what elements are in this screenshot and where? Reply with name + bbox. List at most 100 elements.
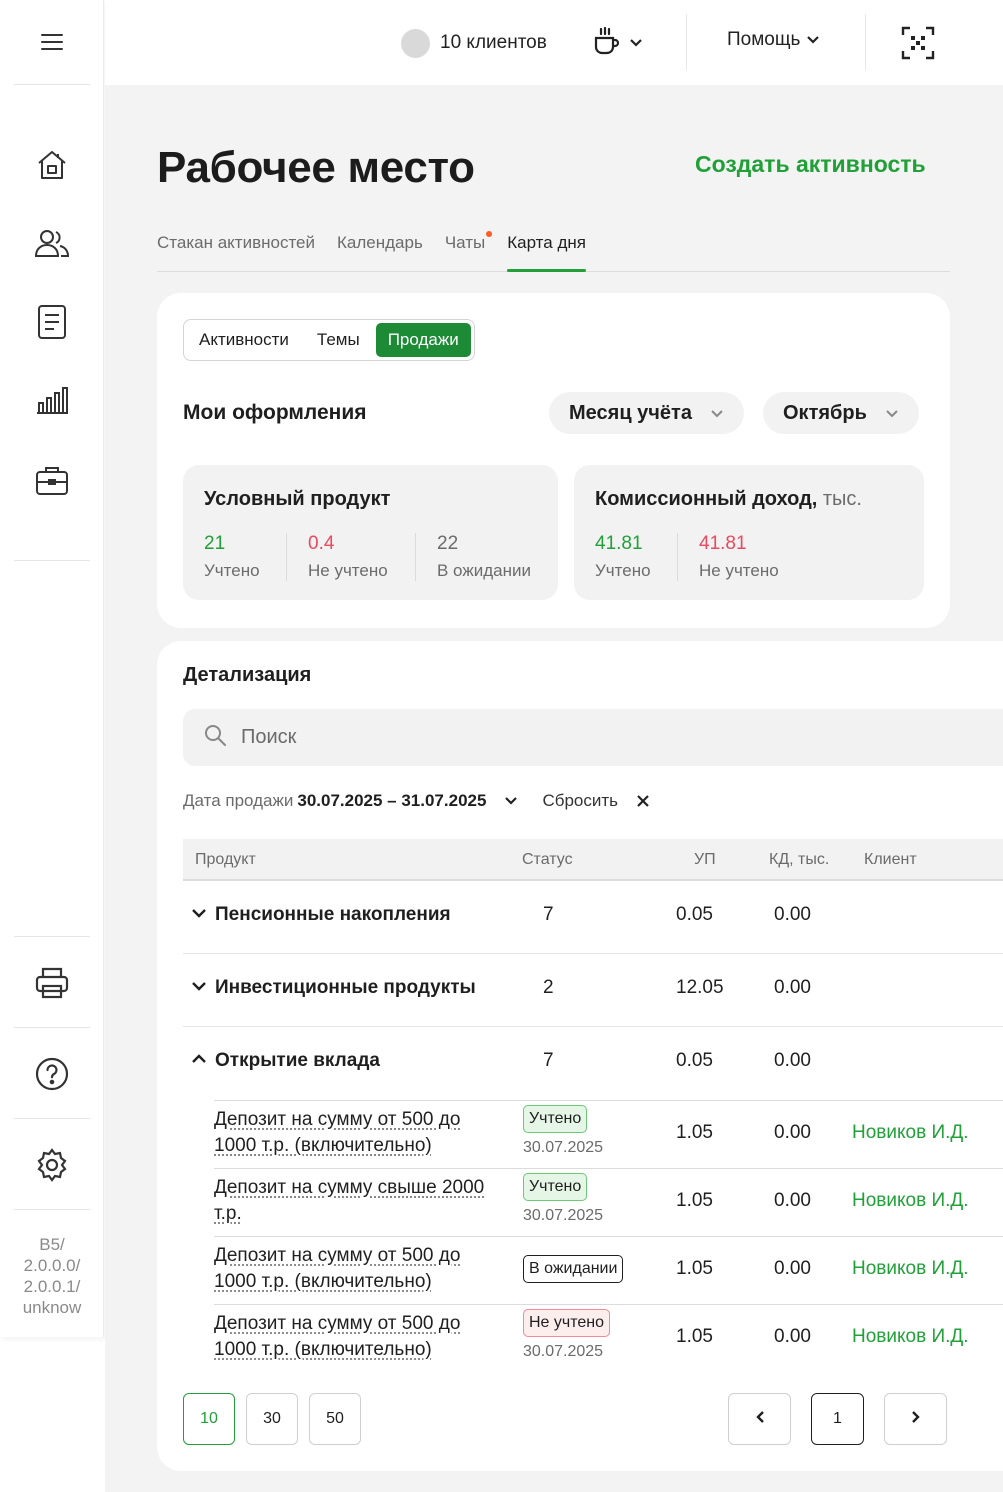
briefcase-icon[interactable]	[30, 458, 74, 502]
stat-value: 41.81	[699, 533, 747, 554]
chart-icon[interactable]	[30, 378, 74, 422]
search-bar	[183, 709, 1003, 766]
table-header: Продукт Статус УП КД, тыс. Клиент	[183, 839, 1003, 881]
group-name: Инвестиционные продукты	[215, 977, 476, 998]
row-kd: 0.00	[774, 1122, 811, 1143]
close-icon[interactable]	[636, 794, 650, 808]
sidebar: B5/ 2.0.0.0/ 2.0.0.1/ unknow	[0, 0, 104, 1337]
status-badge: В ожидании	[523, 1255, 624, 1283]
search-icon	[203, 723, 227, 752]
tab-day-map[interactable]: Карта дня	[507, 225, 586, 272]
client-link[interactable]: Новиков И.Д.	[852, 1122, 969, 1144]
column-product[interactable]: Продукт	[195, 851, 256, 869]
create-activity-button[interactable]: Создать активность	[695, 151, 926, 178]
sale-date: 30.07.2025	[523, 1343, 604, 1360]
page-size-option[interactable]: 30	[246, 1393, 298, 1445]
sidebar-divider	[14, 936, 90, 937]
sidebar-divider	[14, 1027, 90, 1028]
row-up: 1.05	[676, 1122, 713, 1143]
segment-sales[interactable]: Продажи	[375, 323, 471, 357]
table-row: Депозит на сумму от 500 до 1000 т.р. (вк…	[214, 1100, 1003, 1168]
clients-counter[interactable]: 10 клиентов	[401, 28, 547, 58]
client-link[interactable]: Новиков И.Д.	[852, 1258, 969, 1280]
users-icon[interactable]	[30, 221, 74, 265]
column-status[interactable]: Статус	[522, 851, 573, 869]
details-card: Детализация Дата продажи 30.07.2025 – 31…	[157, 641, 1003, 1471]
group-up: 12.05	[676, 977, 724, 998]
group-kd: 0.00	[774, 977, 811, 998]
group-row[interactable]: Инвестиционные продукты 2 12.05 0.00	[183, 954, 1003, 1027]
chevron-right-icon	[911, 1410, 921, 1429]
stat-label: Не учтено	[308, 561, 388, 580]
status-cell: В ожидании	[523, 1255, 624, 1283]
column-kd[interactable]: КД, тыс.	[769, 851, 829, 869]
page-size-option[interactable]: 10	[183, 1393, 235, 1445]
sidebar-divider	[14, 1209, 90, 1210]
stat-value: 21	[204, 533, 226, 554]
stat-counted: 41.81 Учтено	[574, 533, 677, 581]
product-link[interactable]: Депозит на сумму от 500 до 1000 т.р. (вк…	[214, 1107, 494, 1159]
income-title-text: Комиссионный доход,	[595, 488, 818, 510]
document-icon[interactable]	[30, 300, 74, 344]
details-title: Детализация	[183, 664, 312, 686]
tabs: Стакан активностей Календарь Чаты Карта …	[157, 225, 950, 272]
page-size-option[interactable]: 50	[309, 1393, 361, 1445]
tab-chats-label: Чаты	[444, 233, 486, 252]
client-link[interactable]: Новиков И.Д.	[852, 1326, 969, 1348]
segment-activities[interactable]: Активности	[187, 323, 301, 357]
prev-page-button[interactable]	[728, 1393, 791, 1445]
status-badge: Учтено	[523, 1173, 588, 1201]
tab-chats[interactable]: Чаты	[444, 225, 493, 271]
group-count: 7	[543, 1050, 554, 1071]
table-row: Депозит на сумму от 500 до 1000 т.р. (вк…	[214, 1304, 1003, 1372]
product-link[interactable]: Депозит на сумму от 500 до 1000 т.р. (вк…	[214, 1311, 494, 1363]
coffee-menu[interactable]	[593, 26, 643, 61]
chevron-down-icon[interactable]	[191, 907, 207, 919]
stat-label: Учтено	[595, 561, 651, 580]
group-row[interactable]: Открытие вклада 7 0.05 0.00	[183, 1027, 1003, 1100]
reset-filter-button[interactable]: Сбросить	[542, 791, 618, 811]
column-up[interactable]: УП	[694, 851, 716, 869]
row-up: 1.05	[676, 1326, 713, 1347]
product-link[interactable]: Депозит на сумму от 500 до 1000 т.р. (вк…	[214, 1243, 494, 1295]
table-row: Депозит на сумму от 500 до 1000 т.р. (вк…	[214, 1236, 1003, 1304]
chevron-down-icon[interactable]	[504, 796, 518, 806]
segment-topics[interactable]: Темы	[305, 323, 372, 357]
menu-icon[interactable]	[38, 28, 66, 56]
product-link[interactable]: Депозит на сумму свыше 2000 т.р.	[214, 1175, 494, 1227]
row-kd: 0.00	[774, 1190, 811, 1211]
period-type-select[interactable]: Месяц учёта	[549, 392, 744, 434]
chevron-left-icon	[755, 1410, 765, 1429]
settings-icon[interactable]	[30, 1143, 74, 1187]
printer-icon[interactable]	[30, 961, 74, 1005]
help-icon[interactable]	[30, 1052, 74, 1096]
help-menu[interactable]: Помощь	[727, 29, 820, 51]
chevron-down-icon	[629, 35, 643, 53]
group-row[interactable]: Пенсионные накопления 7 0.05 0.00	[183, 881, 1003, 954]
chevron-down-icon[interactable]	[191, 980, 207, 992]
current-page[interactable]: 1	[811, 1393, 864, 1445]
client-link[interactable]: Новиков И.Д.	[852, 1190, 969, 1212]
column-client[interactable]: Клиент	[864, 851, 917, 869]
sale-date: 30.07.2025	[523, 1207, 604, 1224]
date-filter: Дата продажи 30.07.2025 – 31.07.2025 Сбр…	[183, 791, 650, 811]
sidebar-divider	[14, 1118, 90, 1119]
home-icon[interactable]	[30, 143, 74, 187]
pagination: 1	[728, 1393, 947, 1445]
tab-activities[interactable]: Стакан активностей	[157, 225, 315, 271]
group-up: 0.05	[676, 1050, 713, 1071]
period-type-value: Месяц учёта	[569, 401, 692, 424]
qr-scan-icon[interactable]	[901, 26, 935, 65]
product-stats: Условный продукт 21 Учтено 0.4 Не учтено…	[183, 465, 558, 600]
income-stats-title: Комиссионный доход, тыс.	[595, 488, 862, 511]
search-input[interactable]	[241, 726, 841, 749]
product-stats-title: Условный продукт	[204, 488, 391, 510]
next-page-button[interactable]	[884, 1393, 947, 1445]
income-stats: Комиссионный доход, тыс. 41.81 Учтено 41…	[574, 465, 924, 600]
tab-calendar[interactable]: Календарь	[337, 225, 423, 271]
filter-label: Дата продажи	[183, 791, 294, 810]
help-label: Помощь	[727, 29, 801, 50]
month-select[interactable]: Октябрь	[763, 392, 919, 434]
filter-value: 30.07.2025 – 31.07.2025	[297, 791, 487, 810]
chevron-up-icon[interactable]	[191, 1053, 207, 1065]
